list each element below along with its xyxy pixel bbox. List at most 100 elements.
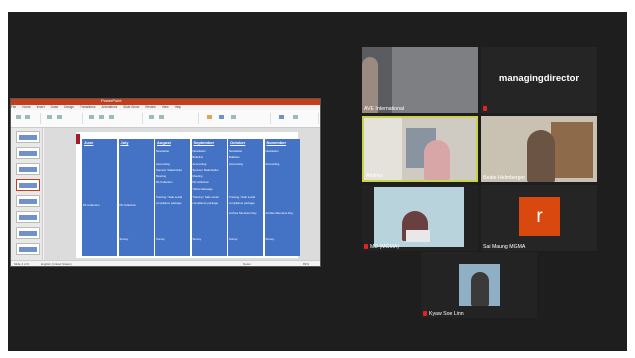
activity-item: compliance package (192, 201, 219, 205)
laptop (406, 230, 430, 242)
participant-tile[interactable]: Kyaw Soe Linn (421, 252, 537, 318)
activity-item: Training / Safe social (156, 195, 183, 199)
ribbon-tab[interactable]: Animations (102, 105, 118, 109)
participant-video (362, 57, 378, 113)
activity-item: PA Collection (119, 203, 136, 207)
slide-thumbnail[interactable] (16, 163, 40, 175)
participant-display-name: managingdirector (498, 73, 580, 84)
participant-avatar: r (519, 197, 560, 236)
notes-button[interactable]: Notes (243, 262, 251, 266)
month-column: June PA Collection (82, 139, 117, 256)
slide-thumbnail[interactable] (16, 147, 40, 159)
activity-item: Meeting (192, 174, 203, 178)
slide-thumbnail[interactable] (16, 195, 40, 207)
slide-thumbnail[interactable] (16, 131, 40, 143)
slide-accent (76, 134, 80, 144)
ribbon-tab[interactable]: Slide Show (123, 105, 139, 109)
activity-item: Newsletter (156, 149, 170, 153)
participant-video (424, 140, 450, 180)
muted-mic-icon (364, 244, 368, 249)
participant-name: Kyaw Soe Linn (423, 311, 464, 317)
activity-item: Newsletter (192, 149, 206, 153)
activity-item: Bulletins (229, 155, 240, 159)
activity-item: Survey (229, 237, 238, 241)
drawing-group[interactable] (201, 113, 271, 124)
participant-name: Sai Maung MGMA (483, 244, 526, 250)
paragraph-group[interactable] (145, 113, 199, 124)
activity-item: Accounting (265, 162, 280, 166)
activity-item: Training / Safe social (229, 195, 256, 199)
shared-screen[interactable]: PowerPoint File Home Insert Draw Design Trans… (10, 98, 321, 267)
participant-tile-active-speaker[interactable]: Andrea (362, 116, 478, 182)
current-slide[interactable]: June PA Collection July PA Collection Survey… (76, 132, 300, 258)
zoom-level[interactable]: 83% (303, 262, 309, 266)
activity-item: Survey (192, 237, 202, 241)
activity-item: Survey (265, 237, 275, 241)
activity-item: Accounting (156, 162, 170, 166)
activity-item: compliance package (156, 201, 182, 205)
participant-name: MD (MGMA) (364, 244, 399, 250)
room-background (392, 47, 478, 113)
month-heading: October (230, 140, 246, 145)
room-background (364, 118, 402, 180)
participant-tile[interactable]: MD (MGMA) (362, 185, 478, 251)
ribbon-tab[interactable]: File (11, 105, 16, 109)
slide-thumbnail[interactable] (16, 211, 40, 223)
ribbon-tab[interactable]: Home (22, 105, 31, 109)
ribbon-tab[interactable]: Transitions (80, 105, 95, 109)
status-bar: Slide 4 of 6 English (United States) Not… (11, 260, 320, 266)
slide-editor[interactable]: June PA Collection July PA Collection Survey… (44, 128, 320, 260)
activity-item: Newsletter (229, 149, 243, 153)
slide-thumbnails[interactable] (11, 128, 43, 260)
month-column: September Newsletter Bulletins Accounting Sp… (191, 139, 227, 256)
ribbon-tab[interactable]: View (162, 105, 169, 109)
ribbon-tab[interactable]: Design (64, 105, 74, 109)
language-indicator[interactable]: English (United States) (41, 262, 72, 266)
month-heading: September (193, 140, 215, 145)
month-heading: August (157, 140, 171, 145)
participant-video (471, 272, 489, 306)
editing-group[interactable] (273, 113, 319, 124)
activity-item: Bulletins (192, 155, 204, 159)
participant-name: AVE International (364, 106, 404, 112)
participant-tile[interactable]: AVE International (362, 47, 478, 113)
month-column: October Newsletter Bulletins Accounting Trai… (228, 139, 263, 256)
participant-tile[interactable]: r Sai Maung MGMA (481, 185, 597, 251)
clipboard-group[interactable] (13, 113, 41, 124)
activity-item: Archive Members Day (229, 211, 257, 215)
activity-item: PA Collection (83, 203, 100, 207)
activity-item: Survey (119, 237, 129, 241)
ribbon-tab[interactable]: Help (175, 105, 182, 109)
participant-tile[interactable]: Beate Helmberger (481, 116, 597, 182)
slide-thumbnail-selected[interactable] (16, 179, 40, 191)
activity-item: Survey (156, 237, 165, 241)
font-group[interactable] (85, 113, 143, 124)
month-heading: July (120, 140, 129, 145)
participant-tile[interactable]: managingdirector (481, 47, 597, 113)
ribbon-tab[interactable]: Insert (37, 105, 45, 109)
ribbon-tab[interactable]: Draw (51, 105, 58, 109)
month-column: November Newsletter Accounting Archive Memb… (264, 139, 300, 256)
activity-item: Accounting (192, 162, 207, 166)
muted-mic-icon (483, 106, 487, 111)
bookshelf (551, 122, 593, 178)
activity-item: Training / Safe social (192, 195, 219, 199)
slide-counter: Slide 4 of 6 (14, 262, 30, 266)
activity-item: Yellow Message (192, 187, 213, 191)
month-heading: June (84, 140, 94, 145)
screen: PowerPoint File Home Insert Draw Design Trans… (0, 0, 635, 358)
activity-item: Meeting (156, 174, 166, 178)
month-column: August Newsletter Accounting Sponsor Stakeh… (155, 139, 190, 256)
slide-thumbnail[interactable] (16, 227, 40, 239)
activity-item: Accounting (229, 162, 243, 166)
slides-group[interactable] (43, 113, 83, 124)
participant-video (527, 130, 555, 182)
ribbon-toolbar[interactable] (11, 110, 320, 128)
ribbon-tab[interactable]: Review (145, 105, 155, 109)
activity-item: PA Collection (156, 180, 173, 184)
activity-item: Archive Members Day (265, 211, 294, 215)
participant-name: Andrea (366, 173, 383, 179)
activity-item: compliance package (229, 201, 255, 205)
participant-name-label (483, 106, 489, 112)
slide-thumbnail[interactable] (16, 243, 40, 255)
